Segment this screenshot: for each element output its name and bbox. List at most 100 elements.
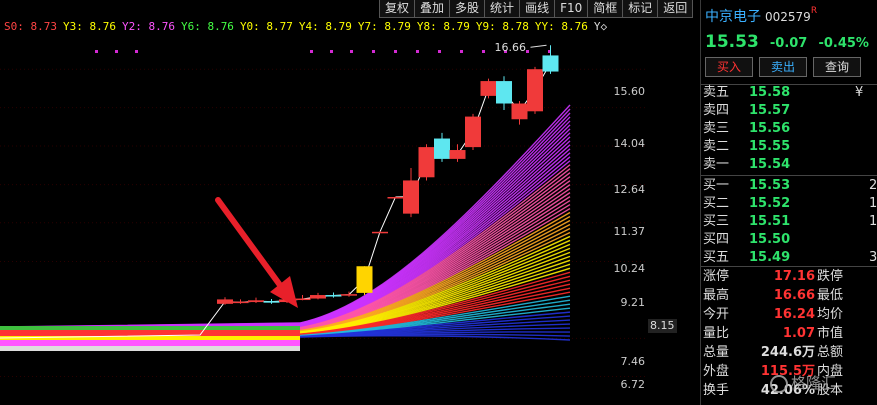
bid-price: 15.51	[749, 214, 791, 229]
trade-actions: 买入 卖出 查询	[705, 57, 861, 77]
last-price-tag: 8.15	[648, 319, 677, 333]
price-change: -0.07	[769, 36, 808, 51]
ma-band-line	[0, 172, 571, 332]
candle-body	[232, 301, 249, 304]
candle-body	[372, 231, 388, 234]
stat-row: 涨停 17.16 跌停	[703, 268, 877, 286]
signal-dot	[438, 50, 441, 53]
candle-body	[465, 116, 481, 148]
candle-body	[403, 180, 419, 214]
stat-value: 1.07	[782, 326, 815, 341]
bid-row[interactable]: 买三 15.51 1	[703, 213, 877, 231]
current-price: 15.53	[705, 32, 759, 52]
ask-label: 卖四	[703, 103, 730, 118]
bid-volume: 2	[869, 178, 877, 193]
bid-volume: 1	[869, 214, 877, 229]
ask-row[interactable]: 卖一 15.54	[703, 156, 877, 174]
candle-body	[248, 300, 264, 303]
ma-band-line	[0, 207, 571, 334]
ma-legend-item: YY: 8.76	[534, 20, 588, 33]
stat-value: 16.66	[773, 288, 815, 303]
stock-code: 002579	[765, 10, 811, 24]
ask-row[interactable]: 卖三 15.56	[703, 120, 877, 138]
bid-label: 买二	[703, 196, 730, 211]
bid-label: 买五	[703, 250, 730, 265]
sell-button[interactable]: 卖出	[759, 57, 807, 77]
bid-price: 15.50	[749, 232, 791, 247]
ask-label: 卖五	[703, 85, 730, 100]
ask-price: 15.54	[749, 157, 791, 172]
ma-legend-item: Y6: 8.76	[180, 20, 234, 33]
signal-dot	[95, 50, 98, 53]
ask-price: 15.55	[749, 139, 791, 154]
price-row: 15.53 -0.07 -0.45%	[705, 32, 869, 52]
ma-legend-item: Y9: 8.78	[475, 20, 529, 33]
axis-tick-label: 6.72	[620, 378, 646, 391]
ma-legend-item: Y4: 8.79	[298, 20, 352, 33]
buy-button[interactable]: 买入	[705, 57, 753, 77]
stat-row: 量比 1.07 市值	[703, 325, 877, 343]
toolbar-button[interactable]: 多股	[449, 0, 486, 18]
axis-tick-label: 9.21	[620, 296, 646, 309]
ma-legend-item: Y8: 8.79	[416, 20, 470, 33]
candle-body	[325, 295, 342, 297]
signal-dot	[372, 50, 375, 53]
candle-body	[418, 147, 435, 178]
divider	[701, 266, 877, 267]
toolbar-button[interactable]: 画线	[519, 0, 556, 18]
ma-legend-more[interactable]: Y◇	[594, 20, 607, 36]
stat-row: 今开 16.24 均价	[703, 306, 877, 324]
chart-toolbar: 复权 叠加 多股 统计 画线 F10 简框 标记 返回	[379, 0, 694, 18]
stat-label-2: 最低	[817, 288, 844, 303]
candle-body	[511, 103, 528, 120]
bid-price: 15.52	[749, 196, 791, 211]
bid-volume: 3	[869, 250, 877, 265]
ma-legend-item: Y7: 8.79	[357, 20, 411, 33]
stock-name[interactable]: 中京电子	[705, 9, 761, 25]
ask-row[interactable]: 卖五 15.58 ¥	[703, 84, 877, 102]
ma-legend-item: Y2: 8.76	[121, 20, 175, 33]
signal-dot	[394, 50, 397, 53]
stat-value: 244.6万	[760, 345, 815, 360]
ask-label: 卖二	[703, 139, 730, 154]
bid-label: 买三	[703, 214, 730, 229]
toolbar-button[interactable]: 返回	[657, 0, 694, 18]
ma-legend-item: Y3: 8.76	[62, 20, 116, 33]
toolbar-button[interactable]: F10	[554, 0, 589, 18]
axis-tick-label: 11.37	[613, 225, 646, 238]
bid-row[interactable]: 买五 15.49 3	[703, 249, 877, 267]
ma-legend-item: S0: 8.73	[4, 20, 57, 33]
ask-row[interactable]: 卖二 15.55	[703, 138, 877, 156]
candle-body	[480, 81, 497, 96]
toolbar-button[interactable]: 统计	[484, 0, 521, 18]
stat-label: 量比	[703, 326, 730, 341]
stat-label: 总量	[703, 345, 730, 360]
toolbar-button[interactable]: 简框	[587, 0, 624, 18]
candle-body	[294, 298, 311, 301]
bid-row[interactable]: 买二 15.52 1	[703, 195, 877, 213]
watermark: 格隆汇	[770, 372, 836, 393]
query-button[interactable]: 查询	[813, 57, 861, 77]
ask-row[interactable]: 卖四 15.57	[703, 102, 877, 120]
bid-row[interactable]: 买一 15.53 2	[703, 177, 877, 195]
candle-body	[542, 55, 559, 72]
axis-tick-label: 15.60	[613, 85, 646, 98]
signal-dot	[482, 50, 485, 53]
ask-extra: ¥	[855, 85, 864, 100]
ma-band-base	[0, 330, 300, 336]
bid-label: 买四	[703, 232, 730, 247]
ask-price: 15.58	[749, 85, 791, 100]
kline-chart[interactable]: 16.66	[0, 0, 648, 405]
bid-row[interactable]: 买四 15.50	[703, 231, 877, 249]
bid-volume: 1	[869, 196, 877, 211]
signal-dot	[526, 50, 529, 53]
candle-body	[496, 81, 512, 104]
toolbar-button[interactable]: 叠加	[414, 0, 451, 18]
signal-dot	[330, 50, 333, 53]
signal-dot	[460, 50, 463, 53]
kline-chart-area[interactable]: 16.66	[0, 0, 648, 405]
toolbar-button[interactable]: 标记	[622, 0, 659, 18]
stat-label-2: 总额	[817, 345, 844, 360]
toolbar-button[interactable]: 复权	[379, 0, 416, 18]
quote-panel: 中京电子 002579R 15.53 -0.07 -0.45% 买入 卖出 查询 …	[700, 0, 877, 405]
